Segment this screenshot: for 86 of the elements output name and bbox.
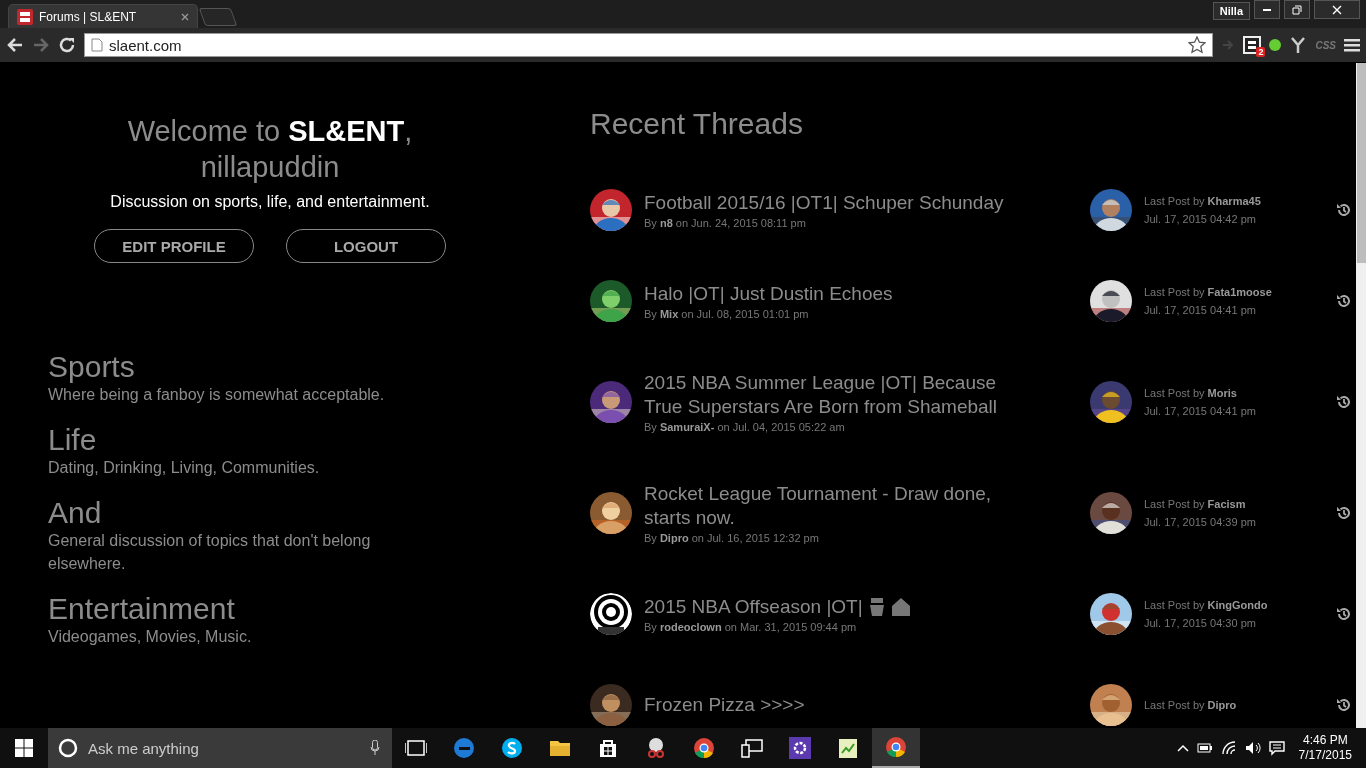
close-icon (1332, 4, 1342, 15)
thread-title[interactable]: Halo |OT| Just Dustin Echoes (644, 282, 893, 306)
last-post-info: Last Post by Kharma45 (1144, 195, 1262, 207)
url-text: slaent.com (109, 36, 183, 54)
tab-title: Forums | SL&ENT (39, 9, 138, 24)
tagline: Discussion on sports, life, and entertainment. (110, 193, 430, 211)
search-placeholder: Ask me anything (88, 739, 200, 757)
thread-byline: By rodeoclown on Mar. 31, 2015 09:44 pm (644, 621, 858, 633)
history-icon[interactable] (1336, 202, 1352, 218)
browser-tab[interactable]: Forums | SL&ENT (8, 4, 198, 28)
thread-byline: By Mix on Jul. 08, 2015 01:01 pm (644, 308, 810, 320)
close-window-button[interactable] (1314, 0, 1360, 19)
page-icon (91, 38, 103, 52)
notepad-icon[interactable] (837, 737, 859, 759)
status-dot-icon[interactable] (1269, 39, 1282, 51)
extension-icon[interactable] (1243, 36, 1262, 54)
category-description: Where being a fanboy is somewhat acceptable. (48, 385, 386, 405)
profile-button[interactable]: Nilla (1212, 2, 1250, 20)
back-icon[interactable] (6, 36, 24, 54)
last-post-date: Jul. 17, 2015 04:39 pm (1144, 516, 1257, 528)
star-icon[interactable] (1188, 36, 1207, 54)
history-icon[interactable] (1336, 697, 1352, 713)
chrome-icon[interactable] (885, 736, 907, 758)
category-title[interactable]: Life (48, 424, 448, 456)
last-post-date: Jul. 17, 2015 04:42 pm (1144, 213, 1257, 225)
microphone-icon[interactable] (370, 740, 380, 756)
devices-icon[interactable] (741, 737, 763, 759)
history-icon[interactable] (1336, 505, 1352, 521)
last-post-info: Last Post by KingGondo (1144, 599, 1269, 611)
welcome-heading: Welcome to SL&ENT, (127, 114, 413, 149)
history-icon[interactable] (1336, 293, 1352, 309)
thread-byline: By SamuraiX- on Jul. 04, 2015 05:22 am (644, 421, 846, 433)
notification-icon[interactable] (1268, 740, 1285, 756)
category-description: General discussion of topics that don't belong elsewhere. (48, 531, 372, 574)
site-logo-icon (17, 8, 33, 25)
thread-byline: By Dipro on Jul. 16, 2015 12:32 pm (644, 532, 820, 544)
category-description: Dating, Drinking, Living, Communities. (48, 458, 321, 478)
thread-byline: By n8 on Jun. 24, 2015 08:11 pm (644, 217, 807, 229)
minimize-icon (1263, 8, 1271, 11)
thread-title[interactable]: Football 2015/16 |OT1| Schuper Schunday (644, 191, 1004, 215)
thread-title[interactable]: Rocket League Tournament - Draw done, starts now. (644, 482, 1026, 530)
clock-time[interactable]: 4:46 PM (1302, 733, 1348, 748)
chat-s-icon[interactable] (501, 737, 523, 759)
last-post-info: Last Post by Fata1moose (1144, 286, 1273, 298)
wifi-icon[interactable] (1220, 741, 1237, 755)
extension-label[interactable]: CSS (1315, 39, 1336, 51)
windows-icon (15, 739, 33, 757)
last-post-date: Jul. 17, 2015 04:41 pm (1144, 405, 1257, 417)
notification-badge: 2 (1256, 47, 1266, 57)
forward-icon[interactable] (32, 36, 50, 54)
scrollbar[interactable] (1356, 63, 1366, 728)
restore-button[interactable] (1284, 0, 1310, 19)
username: nillapuddin (200, 150, 340, 185)
close-icon[interactable] (181, 12, 189, 21)
speaker-icon[interactable] (1244, 741, 1261, 755)
clock-date[interactable]: 7/17/2015 (1298, 748, 1352, 763)
menu-icon[interactable] (1344, 38, 1360, 52)
store-bag-icon[interactable] (597, 737, 619, 759)
reload-icon[interactable] (58, 36, 76, 54)
last-post-date: Jul. 17, 2015 04:30 pm (1144, 617, 1257, 629)
chevron-up-icon[interactable] (1176, 744, 1189, 752)
last-post-info: Last Post by Facism (1144, 498, 1247, 510)
circle-icon (58, 738, 78, 758)
category-title[interactable]: Sports (48, 351, 448, 383)
category-title[interactable]: Entertainment (48, 593, 448, 625)
last-post-date: Jul. 17, 2015 04:41 pm (1144, 304, 1257, 316)
last-post-info: Last Post by Moris (1144, 387, 1238, 399)
thread-title[interactable]: 2015 NBA Offseason |OT| (644, 595, 863, 619)
history-icon[interactable] (1336, 606, 1352, 622)
section-heading: Recent Threads (590, 107, 804, 141)
task-view-icon[interactable] (405, 737, 427, 759)
thread-title[interactable]: 2015 NBA Summer League |OT| Because True Superstars Are Born from Shameball (644, 371, 1026, 419)
gear-icon[interactable] (789, 737, 811, 759)
antenna-icon[interactable] (1289, 36, 1308, 54)
last-post-info: Last Post by Dipro (1144, 699, 1238, 711)
category-title[interactable]: And (48, 497, 448, 529)
scissors-icon[interactable] (645, 737, 667, 759)
thread-title[interactable]: Frozen Pizza >>>> (644, 693, 805, 717)
category-description: Videogames, Movies, Music. (48, 627, 253, 647)
search-field[interactable]: Ask me anything (48, 728, 392, 768)
address-bar[interactable]: slaent.com (84, 33, 1214, 57)
history-icon[interactable] (1336, 394, 1352, 410)
chrome-icon[interactable] (693, 737, 715, 759)
minimize-button[interactable] (1254, 0, 1280, 19)
restore-icon (1292, 4, 1302, 15)
battery-icon[interactable] (1196, 742, 1213, 754)
